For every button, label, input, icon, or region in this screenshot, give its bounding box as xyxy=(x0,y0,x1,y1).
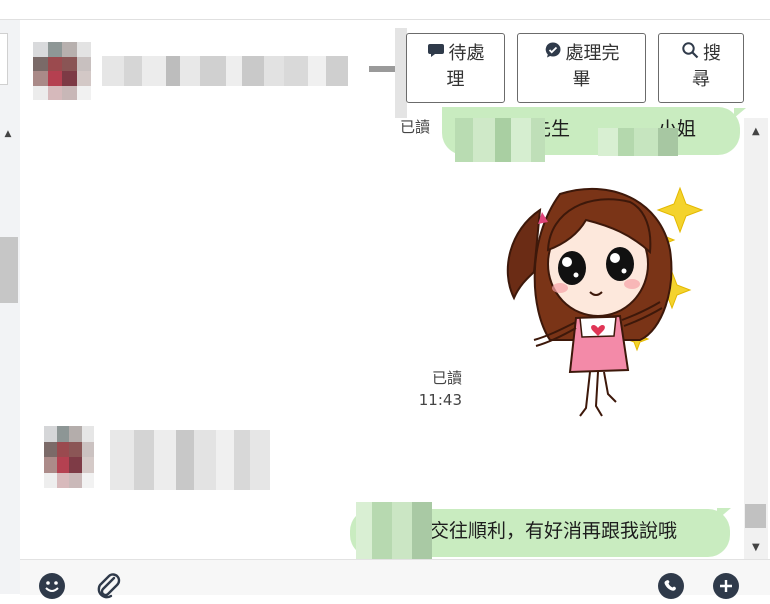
message-time: 11:43 xyxy=(418,391,462,409)
redacted-name xyxy=(598,128,678,156)
contact-name xyxy=(102,56,382,86)
done-button[interactable]: 處理完 畢 xyxy=(517,33,646,103)
pending-label-1: 待處 xyxy=(448,43,485,64)
phone-icon[interactable] xyxy=(657,572,685,604)
list-scroll-up-arrow[interactable]: ▲ xyxy=(2,128,14,140)
magnifier-icon xyxy=(681,41,699,67)
read-receipt: 已讀 11:43 xyxy=(410,367,462,411)
bubble-tail xyxy=(734,108,746,118)
redacted-name xyxy=(455,118,545,162)
read-receipt: 已讀 xyxy=(400,118,431,136)
sender-avatar[interactable] xyxy=(44,426,94,488)
redacted-name xyxy=(356,502,432,560)
check-bubble-icon xyxy=(544,41,562,67)
search-button[interactable]: 搜 尋 xyxy=(658,33,744,103)
bubble-tail xyxy=(717,508,731,520)
pending-button[interactable]: 待處 理 xyxy=(406,33,505,103)
plus-icon[interactable] xyxy=(712,572,740,604)
conversation-list-edge: ▲ xyxy=(0,20,21,594)
done-label-1: 處理完 xyxy=(565,43,620,64)
message-text: 交往順利，有好消再跟我說哦 xyxy=(430,520,678,542)
input-toolbar xyxy=(20,559,770,599)
search-label-1: 搜 xyxy=(703,43,721,64)
message-area[interactable]: 已讀 先生小姐 xyxy=(20,107,746,560)
pending-label-2: 理 xyxy=(446,69,465,90)
message-scrollbar[interactable]: ▲ ▼ xyxy=(744,118,768,559)
redacted-fragment xyxy=(369,66,395,72)
list-search-field-edge[interactable] xyxy=(0,33,8,85)
list-scrollbar-thumb[interactable] xyxy=(0,237,18,303)
scroll-down-arrow[interactable]: ▼ xyxy=(752,542,760,553)
done-label-2: 畢 xyxy=(572,69,591,90)
chat-header: 待處 理 處理完 畢 搜 尋 xyxy=(20,20,770,128)
search-label-2: 尋 xyxy=(692,69,710,90)
speech-bubble-icon xyxy=(427,41,445,67)
emoji-icon[interactable] xyxy=(38,572,66,604)
paperclip-icon[interactable] xyxy=(94,572,122,604)
sender-name xyxy=(110,430,270,490)
read-label: 已讀 xyxy=(431,369,462,387)
girl-with-sparkles-sticker[interactable] xyxy=(490,180,730,460)
scroll-up-arrow[interactable]: ▲ xyxy=(752,126,760,137)
contact-avatar[interactable] xyxy=(33,42,91,100)
scrollbar-thumb[interactable] xyxy=(745,504,766,528)
